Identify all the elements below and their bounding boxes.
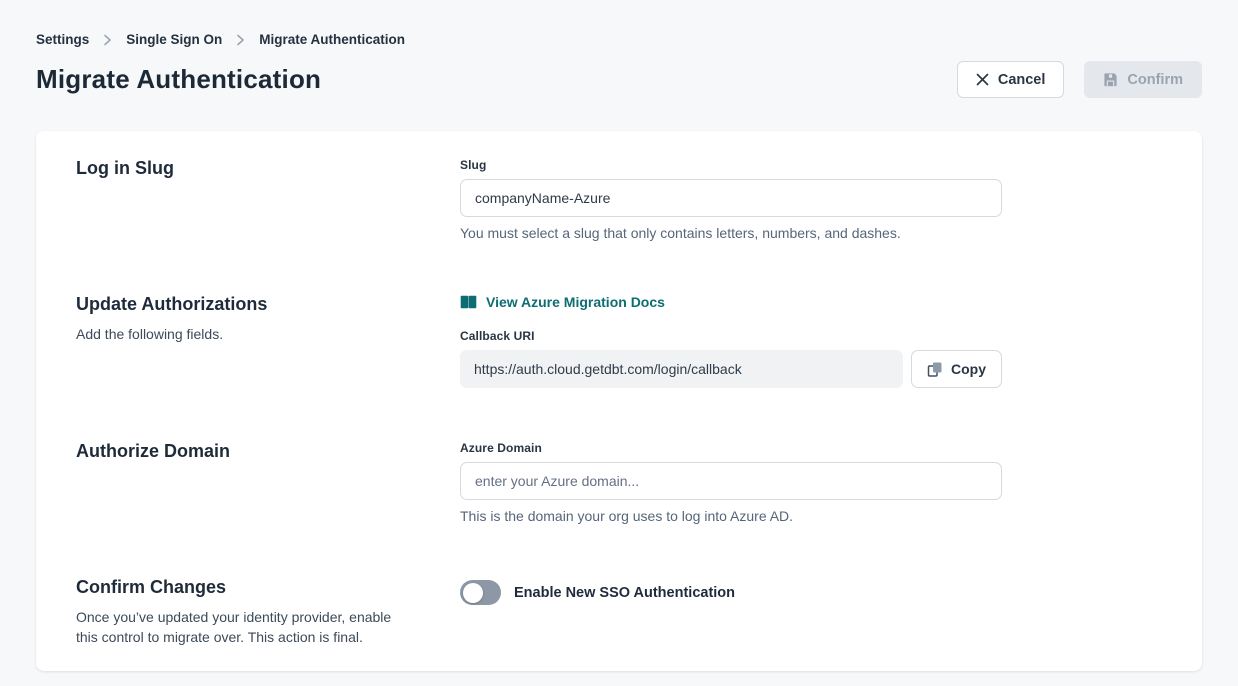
section-confirm-changes: Confirm Changes Once you’ve updated your… <box>76 577 1162 647</box>
copy-button[interactable]: Copy <box>911 350 1002 388</box>
settings-card: Log in Slug Slug You must select a slug … <box>36 131 1202 671</box>
slug-input[interactable] <box>460 179 1002 217</box>
section-update-authorizations-fields: View Azure Migration Docs Callback URI C… <box>460 294 1002 388</box>
breadcrumb-single-sign-on[interactable]: Single Sign On <box>126 32 222 47</box>
toggle-knob <box>463 583 483 603</box>
save-icon <box>1103 72 1118 87</box>
section-login-slug: Log in Slug Slug You must select a slug … <box>76 158 1162 241</box>
cancel-button-label: Cancel <box>998 72 1046 88</box>
breadcrumb: Settings Single Sign On Migrate Authenti… <box>36 0 1202 47</box>
section-confirm-changes-left: Confirm Changes Once you’ve updated your… <box>76 577 460 647</box>
close-icon <box>976 73 989 86</box>
header-actions: Cancel Confirm <box>957 61 1202 98</box>
section-description: Add the following fields. <box>76 324 416 344</box>
callback-uri-field[interactable] <box>460 350 903 388</box>
slug-label: Slug <box>460 158 1002 172</box>
copy-icon <box>927 361 943 378</box>
view-azure-migration-docs-link[interactable]: View Azure Migration Docs <box>460 294 665 310</box>
section-heading: Authorize Domain <box>76 441 416 462</box>
section-heading: Confirm Changes <box>76 577 416 598</box>
azure-domain-label: Azure Domain <box>460 441 1002 455</box>
confirm-button-label: Confirm <box>1127 72 1183 88</box>
section-authorize-domain-left: Authorize Domain <box>76 441 460 524</box>
section-description: Once you’ve updated your identity provid… <box>76 607 416 647</box>
section-update-authorizations-left: Update Authorizations Add the following … <box>76 294 460 388</box>
chevron-right-icon <box>236 34 245 46</box>
callback-uri-label: Callback URI <box>460 329 1002 343</box>
slug-helper-text: You must select a slug that only contain… <box>460 225 1002 241</box>
enable-sso-toggle-label: Enable New SSO Authentication <box>514 585 735 601</box>
section-confirm-changes-fields: Enable New SSO Authentication <box>460 577 1002 647</box>
copy-button-label: Copy <box>951 361 986 377</box>
cancel-button[interactable]: Cancel <box>957 61 1065 98</box>
page: Settings Single Sign On Migrate Authenti… <box>0 0 1238 671</box>
docs-link-label: View Azure Migration Docs <box>486 294 665 310</box>
azure-domain-helper-text: This is the domain your org uses to log … <box>460 508 1002 524</box>
section-heading: Log in Slug <box>76 158 416 179</box>
section-login-slug-fields: Slug You must select a slug that only co… <box>460 158 1002 241</box>
section-update-authorizations: Update Authorizations Add the following … <box>76 294 1162 388</box>
book-icon <box>460 295 477 309</box>
sso-toggle-row: Enable New SSO Authentication <box>460 580 1002 605</box>
section-heading: Update Authorizations <box>76 294 416 315</box>
breadcrumb-current: Migrate Authentication <box>259 32 405 47</box>
section-authorize-domain-fields: Azure Domain This is the domain your org… <box>460 441 1002 524</box>
breadcrumb-settings[interactable]: Settings <box>36 32 89 47</box>
page-header: Migrate Authentication Cancel Confirm <box>36 61 1202 98</box>
enable-sso-toggle[interactable] <box>460 580 501 605</box>
page-title: Migrate Authentication <box>36 64 321 95</box>
chevron-right-icon <box>103 34 112 46</box>
confirm-button[interactable]: Confirm <box>1084 61 1202 98</box>
section-login-slug-left: Log in Slug <box>76 158 460 241</box>
azure-domain-input[interactable] <box>460 462 1002 500</box>
section-authorize-domain: Authorize Domain Azure Domain This is th… <box>76 441 1162 524</box>
callback-uri-row: Copy <box>460 350 1002 388</box>
